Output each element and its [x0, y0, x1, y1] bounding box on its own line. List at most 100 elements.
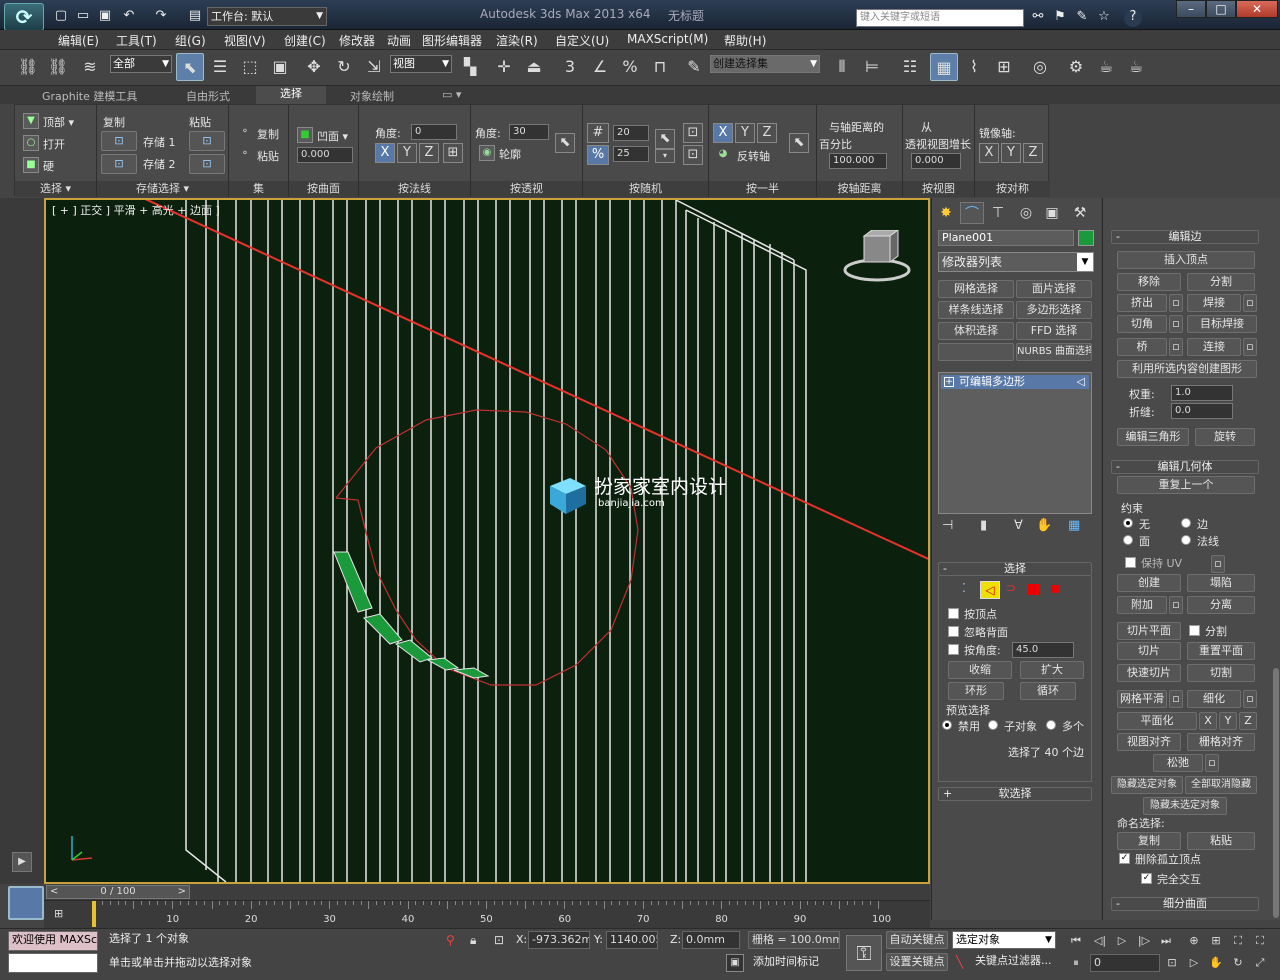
- menu-create[interactable]: 创建(C): [284, 32, 326, 49]
- preview-subobj-radio[interactable]: [988, 720, 998, 730]
- layer-manager-icon[interactable]: ☷: [896, 53, 924, 81]
- collapse-button[interactable]: 塌陷: [1187, 574, 1255, 592]
- set-key-icon[interactable]: ⚿: [846, 935, 882, 971]
- key-filters-button[interactable]: 关键点过滤器...: [972, 953, 1056, 971]
- selection-filter-select[interactable]: 全部 ▼: [110, 55, 172, 73]
- viewport-label[interactable]: [ + ] 正交 ] 平滑 + 高光 + 边面 ]: [52, 202, 220, 218]
- remove-button[interactable]: 移除: [1117, 273, 1181, 291]
- selection-rollout-title[interactable]: - 选择: [938, 562, 1092, 576]
- connect-button[interactable]: 连接: [1187, 338, 1241, 356]
- help-icon[interactable]: ?: [1124, 9, 1142, 27]
- attach-button[interactable]: 附加: [1117, 596, 1167, 614]
- prev-frame-icon[interactable]: ◁|: [1090, 931, 1110, 951]
- named-copy-button[interactable]: 复制: [1117, 832, 1181, 850]
- by-vertex-checkbox[interactable]: [948, 608, 959, 619]
- rect-selection-icon[interactable]: ⬚: [236, 53, 264, 81]
- mod-mesh-select-button[interactable]: 网格选择: [938, 280, 1014, 298]
- hide-selected-button[interactable]: 隐藏选定对象: [1111, 776, 1183, 794]
- named-selection-set-select[interactable]: 创建选择集 ▼: [710, 55, 820, 73]
- communication-icon[interactable]: ✎: [1072, 9, 1092, 27]
- ring-button[interactable]: 环形: [948, 682, 1004, 700]
- absolute-mode-icon[interactable]: ⊡: [494, 933, 504, 947]
- angle-snap-icon[interactable]: ∠: [586, 53, 614, 81]
- turn-button[interactable]: 旋转: [1195, 428, 1255, 446]
- maximize-viewport-icon[interactable]: ⤢: [1250, 953, 1270, 973]
- reference-coord-select[interactable]: 视图 ▼: [390, 55, 452, 73]
- time-cursor[interactable]: [92, 901, 96, 927]
- selection-lock-icon[interactable]: 🔒︎: [470, 933, 476, 948]
- open-file-icon[interactable]: ▭: [74, 7, 92, 25]
- z-coordinate[interactable]: 0.0mm: [682, 931, 740, 949]
- constraint-none-radio[interactable]: [1123, 518, 1133, 528]
- pin-stack-icon[interactable]: ⊣: [942, 518, 953, 533]
- maxscript-listener[interactable]: 欢迎使用 MAXSc: [8, 931, 98, 951]
- soft-selection-rollout-title[interactable]: + 软选择: [938, 787, 1092, 801]
- element-mode-icon[interactable]: ◼: [1050, 581, 1060, 595]
- spinner-snap-icon[interactable]: ⊓: [646, 53, 674, 81]
- unhide-all-button[interactable]: 全部取消隐藏: [1185, 776, 1257, 794]
- weld-settings-icon[interactable]: ▫: [1243, 294, 1257, 312]
- goto-end-icon[interactable]: ⏭: [1156, 931, 1176, 951]
- maximize-button[interactable]: □: [1206, 0, 1236, 18]
- close-button[interactable]: ✕: [1236, 0, 1278, 18]
- attach-settings-icon[interactable]: ▫: [1169, 596, 1183, 614]
- tab-object-paint[interactable]: 对象绘制: [342, 88, 402, 104]
- weld-button[interactable]: 焊接: [1187, 294, 1241, 312]
- save-icon[interactable]: ▣: [96, 7, 114, 25]
- top-label[interactable]: 顶部 ▾: [43, 114, 74, 130]
- new-file-icon[interactable]: ▢: [52, 7, 70, 25]
- maxscript-input[interactable]: [8, 953, 98, 973]
- paste-store2-button[interactable]: ⊡: [189, 154, 225, 174]
- menu-views[interactable]: 视图(V): [224, 32, 266, 49]
- grow-button[interactable]: 扩大: [1020, 661, 1084, 679]
- pivot-center-icon[interactable]: ▚: [456, 53, 484, 81]
- mod-spline-select-button[interactable]: 样条线选择: [938, 301, 1014, 319]
- rotate-icon[interactable]: ↻: [330, 53, 358, 81]
- schematic-view-icon[interactable]: ⊞: [990, 53, 1018, 81]
- zoom-all-icon[interactable]: ⊞: [1206, 931, 1226, 951]
- vertex-mode-icon[interactable]: ⁚: [962, 581, 966, 595]
- orbit-icon[interactable]: ↻: [1228, 953, 1248, 973]
- extrude-button[interactable]: 挤出: [1117, 294, 1167, 312]
- workspace-select[interactable]: 工作台: 默认 ▼: [207, 7, 327, 26]
- isolate-icon[interactable]: ⚲: [446, 933, 455, 947]
- relax-settings-icon[interactable]: ▫: [1205, 754, 1219, 772]
- sym-x-button[interactable]: X: [979, 143, 999, 163]
- connect-settings-icon[interactable]: ▫: [1243, 338, 1257, 356]
- window-crossing-icon[interactable]: ▣: [266, 53, 294, 81]
- create-button[interactable]: 创建: [1117, 574, 1181, 592]
- project-folder-icon[interactable]: ▤: [186, 7, 204, 25]
- menu-animation[interactable]: 动画: [387, 32, 411, 49]
- motion-tab-icon[interactable]: ◎: [1014, 202, 1038, 224]
- ignore-backface-checkbox[interactable]: [948, 626, 959, 637]
- tessellate-settings-icon[interactable]: ▫: [1243, 690, 1257, 708]
- ribbon-options-icon[interactable]: ▭ ▾: [434, 88, 469, 101]
- constraint-normal-radio[interactable]: [1181, 535, 1191, 545]
- edge-mode-icon[interactable]: ◁: [980, 581, 1000, 599]
- tessellate-button[interactable]: 细化: [1187, 690, 1241, 708]
- random-count-spinner[interactable]: 20: [613, 125, 649, 141]
- slice-button[interactable]: 切片: [1117, 642, 1181, 660]
- half-z-button[interactable]: Z: [757, 123, 777, 143]
- object-name-input[interactable]: Plane001: [938, 230, 1074, 246]
- copy-store1-button[interactable]: ⊡: [101, 131, 137, 151]
- constraint-face-radio[interactable]: [1123, 535, 1133, 545]
- show-end-result-icon[interactable]: ▮: [980, 518, 987, 533]
- material-editor-icon[interactable]: ◎: [1026, 53, 1054, 81]
- tab-freeform[interactable]: 自由形式: [178, 88, 238, 104]
- pan-icon[interactable]: ✋: [1206, 953, 1226, 973]
- filters-icon[interactable]: ⊞: [54, 907, 63, 920]
- grid-align-button[interactable]: 栅格对齐: [1187, 733, 1255, 751]
- loop-button[interactable]: 循环: [1020, 682, 1076, 700]
- menu-edit[interactable]: 编辑(E): [58, 32, 99, 49]
- slice-plane-button[interactable]: 切片平面: [1117, 622, 1181, 640]
- curve-editor-icon[interactable]: ⌇: [960, 53, 988, 81]
- link-icon[interactable]: ⛓: [14, 53, 42, 81]
- bridge-settings-icon[interactable]: ▫: [1169, 338, 1183, 356]
- panel-scrollbar[interactable]: [1273, 668, 1279, 918]
- sym-z-button[interactable]: Z: [1023, 143, 1043, 163]
- sym-y-button[interactable]: Y: [1001, 143, 1021, 163]
- bridge-button[interactable]: 桥: [1117, 338, 1167, 356]
- cut-button[interactable]: 切割: [1187, 664, 1255, 682]
- concave-label[interactable]: 凹面 ▾: [317, 128, 348, 144]
